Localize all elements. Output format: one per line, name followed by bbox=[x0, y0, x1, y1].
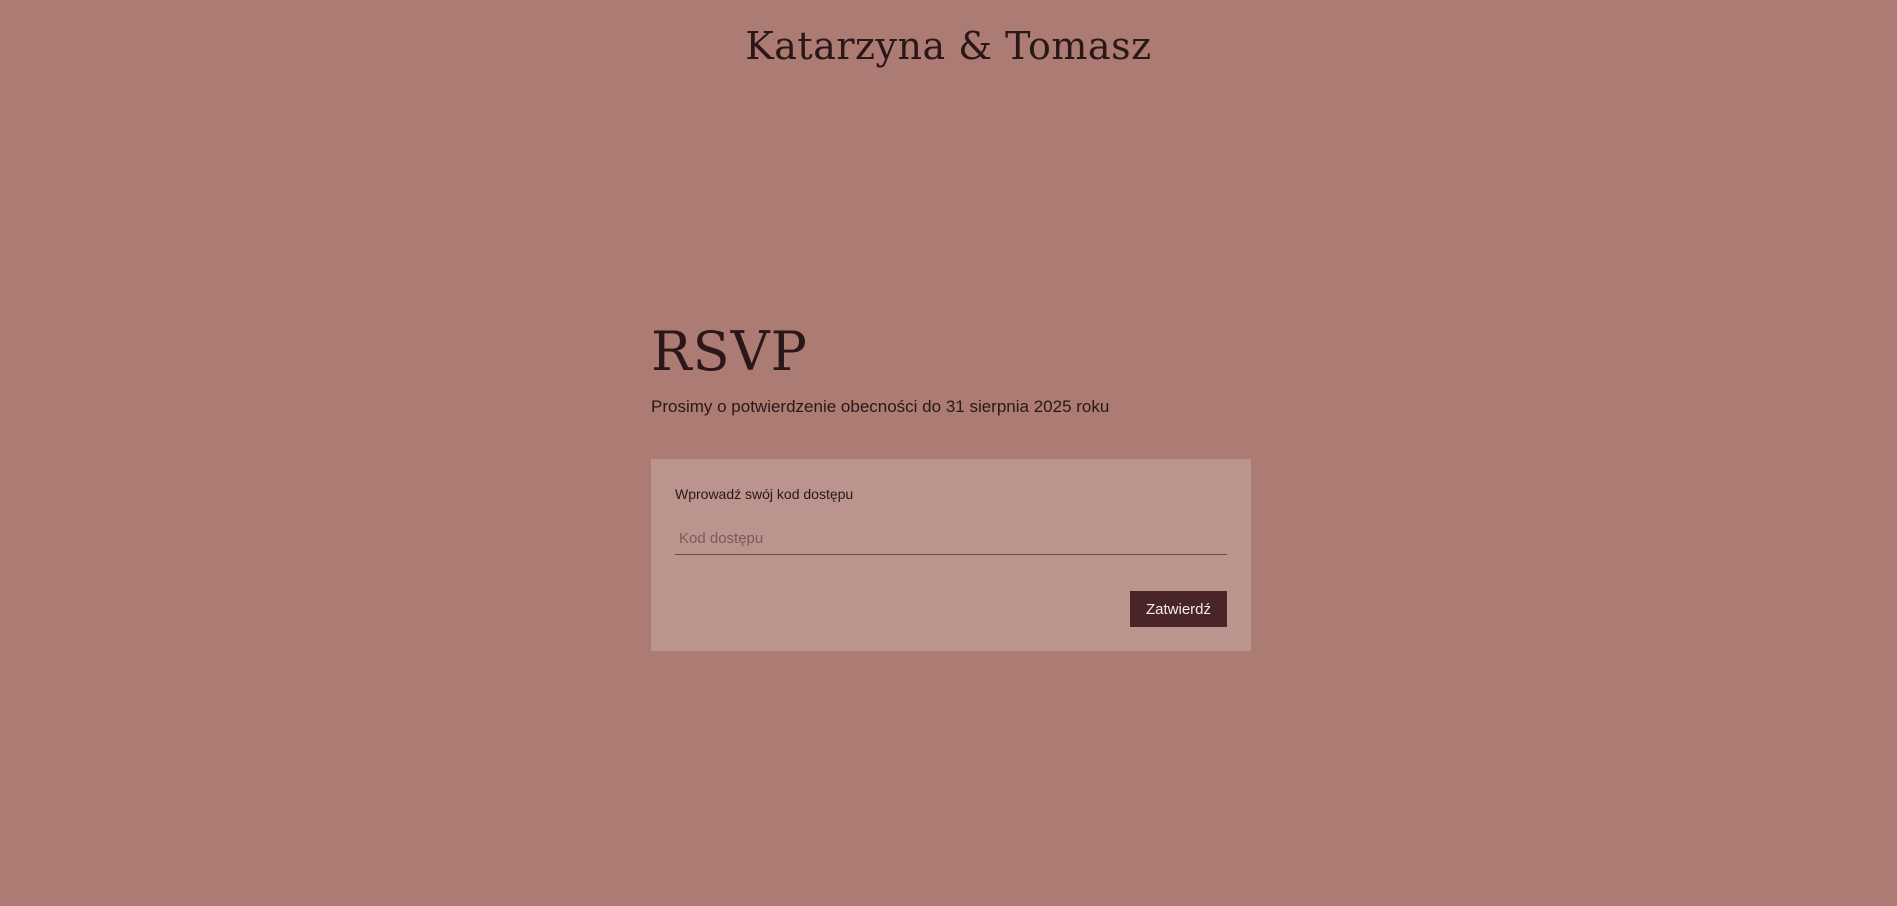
access-code-label: Wprowadź swój kod dostępu bbox=[675, 486, 854, 502]
access-code-input[interactable] bbox=[675, 523, 1227, 555]
rsvp-section: RSVP Prosimy o potwierdzenie obecności d… bbox=[651, 322, 1251, 418]
rsvp-deadline-text: Prosimy o potwierdzenie obecności do 31 … bbox=[651, 397, 1110, 416]
access-code-form: Wprowadź swój kod dostępu Zatwierdź bbox=[651, 459, 1251, 651]
site-title: Katarzyna & Tomasz bbox=[745, 24, 1152, 68]
submit-button[interactable]: Zatwierdź bbox=[1130, 591, 1227, 627]
rsvp-heading: RSVP bbox=[651, 320, 808, 383]
